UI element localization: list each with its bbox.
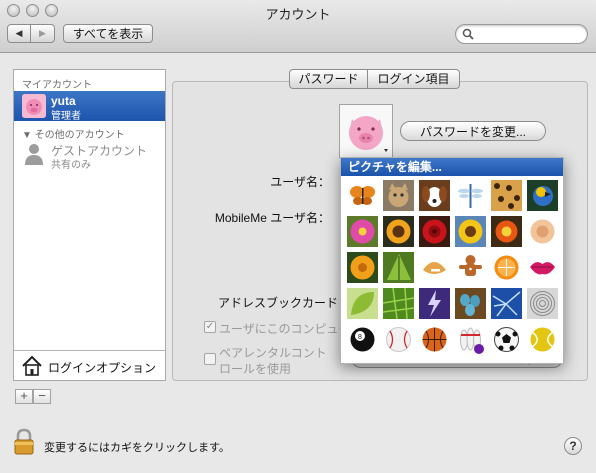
leaf-macro-picture-icon[interactable] xyxy=(383,288,414,319)
picture-grid: 8 xyxy=(347,180,558,355)
parental-control-label-2: ロールを使用 xyxy=(219,362,292,376)
tab-login-items[interactable]: ログイン項目 xyxy=(368,70,459,88)
forward-button[interactable]: ▶ xyxy=(31,24,55,43)
parental-control-checkbox[interactable] xyxy=(204,353,216,365)
red-orange-flower-picture-icon[interactable] xyxy=(491,216,522,247)
user-picture-well[interactable] xyxy=(339,104,393,158)
8-ball-picture-icon[interactable]: 8 xyxy=(347,324,378,355)
parental-control-label-1: ペアレンタルコント xyxy=(219,346,327,360)
eggs-picture-icon[interactable] xyxy=(455,288,486,319)
help-button[interactable]: ? xyxy=(564,437,582,455)
allow-admin-checkbox[interactable]: ✓ xyxy=(204,321,216,333)
soccer-ball-picture-icon[interactable] xyxy=(491,324,522,355)
account-name: yuta xyxy=(51,94,76,108)
back-button[interactable]: ◀ xyxy=(7,24,31,43)
add-account-button[interactable]: + xyxy=(15,389,33,404)
user-name-label: ユーザ名： xyxy=(270,175,330,189)
house-icon xyxy=(22,355,42,376)
change-password-button[interactable]: パスワードを変更... xyxy=(400,121,546,141)
tennis-ball-picture-icon[interactable] xyxy=(527,324,558,355)
remove-account-button[interactable]: − xyxy=(33,389,51,404)
sunflower-dark-picture-icon[interactable] xyxy=(383,216,414,247)
gingerbread-picture-icon[interactable] xyxy=(455,252,486,283)
zinnia-picture-icon[interactable] xyxy=(347,252,378,283)
address-book-label: アドレスブックカード xyxy=(217,296,338,310)
title-toolbar: アカウント ◀ ▶ すべてを表示 xyxy=(0,0,596,53)
bowling-picture-icon[interactable] xyxy=(455,324,486,355)
account-list: マイアカウント yuta 管理者 ▼ その他のアカウント ゲストアカウント 共有… xyxy=(13,69,166,381)
login-options-label: ログインオプション xyxy=(48,361,157,375)
account-item-yuta[interactable]: yuta 管理者 xyxy=(14,91,165,122)
account-role: 管理者 xyxy=(51,111,81,122)
fortune-cookie-picture-icon[interactable] xyxy=(419,252,450,283)
allow-admin-label: ユーザにこのコンピュー xyxy=(219,322,351,336)
orange-slice-picture-icon[interactable] xyxy=(491,252,522,283)
lips-picture-icon[interactable] xyxy=(527,252,558,283)
picture-picker-popover: ピクチャを編集... 8 xyxy=(340,157,564,364)
search-input[interactable] xyxy=(455,24,588,44)
dragonfly-picture-icon[interactable] xyxy=(455,180,486,211)
nav-buttons: ◀ ▶ xyxy=(7,24,55,43)
search-icon xyxy=(462,28,474,40)
lightning-picture-icon[interactable] xyxy=(419,288,450,319)
pink-flower-picture-icon[interactable] xyxy=(347,216,378,247)
lock-message: 変更するにはカギをクリックします。 xyxy=(44,442,230,454)
red-rose-picture-icon[interactable] xyxy=(419,216,450,247)
my-accounts-header: マイアカウント xyxy=(22,80,92,91)
guest-user-icon xyxy=(25,144,43,165)
baseball-picture-icon[interactable] xyxy=(383,324,414,355)
login-options-item[interactable]: ログインオプション xyxy=(14,350,165,380)
butterfly-picture-icon[interactable] xyxy=(347,180,378,211)
cat-picture-icon[interactable] xyxy=(383,180,414,211)
show-all-button[interactable]: すべてを表示 xyxy=(63,24,153,43)
parrot-picture-icon[interactable] xyxy=(527,180,558,211)
svg-text:8: 8 xyxy=(358,334,362,341)
pig-picture-icon xyxy=(349,116,388,152)
other-accounts-header[interactable]: ▼ その他のアカウント xyxy=(22,126,125,141)
edit-picture-item[interactable]: ピクチャを編集... xyxy=(341,158,563,176)
basketball-picture-icon[interactable] xyxy=(419,324,450,355)
mobileme-label: MobileMe ユーザ名： xyxy=(214,211,330,225)
account-window: アカウント ◀ ▶ すべてを表示 マイアカウント yuta 管理者 ▼ その他の… xyxy=(0,0,596,473)
leaves-picture-icon[interactable] xyxy=(383,252,414,283)
window-title: アカウント xyxy=(265,7,331,22)
leopard-picture-icon[interactable] xyxy=(491,180,522,211)
pig-avatar-icon xyxy=(22,94,46,118)
ice-picture-icon[interactable] xyxy=(491,288,522,319)
guest-account-role: 共有のみ xyxy=(51,160,91,171)
fingerprint-picture-icon[interactable] xyxy=(527,288,558,319)
peach-rose-picture-icon[interactable] xyxy=(527,216,558,247)
green-leaf-picture-icon[interactable] xyxy=(347,288,378,319)
tab-password[interactable]: パスワード xyxy=(290,70,368,88)
dog-picture-icon[interactable] xyxy=(419,180,450,211)
tab-bar: パスワード ログイン項目 xyxy=(289,69,460,89)
sunflower-picture-icon[interactable] xyxy=(455,216,486,247)
lock-icon[interactable] xyxy=(13,428,35,456)
